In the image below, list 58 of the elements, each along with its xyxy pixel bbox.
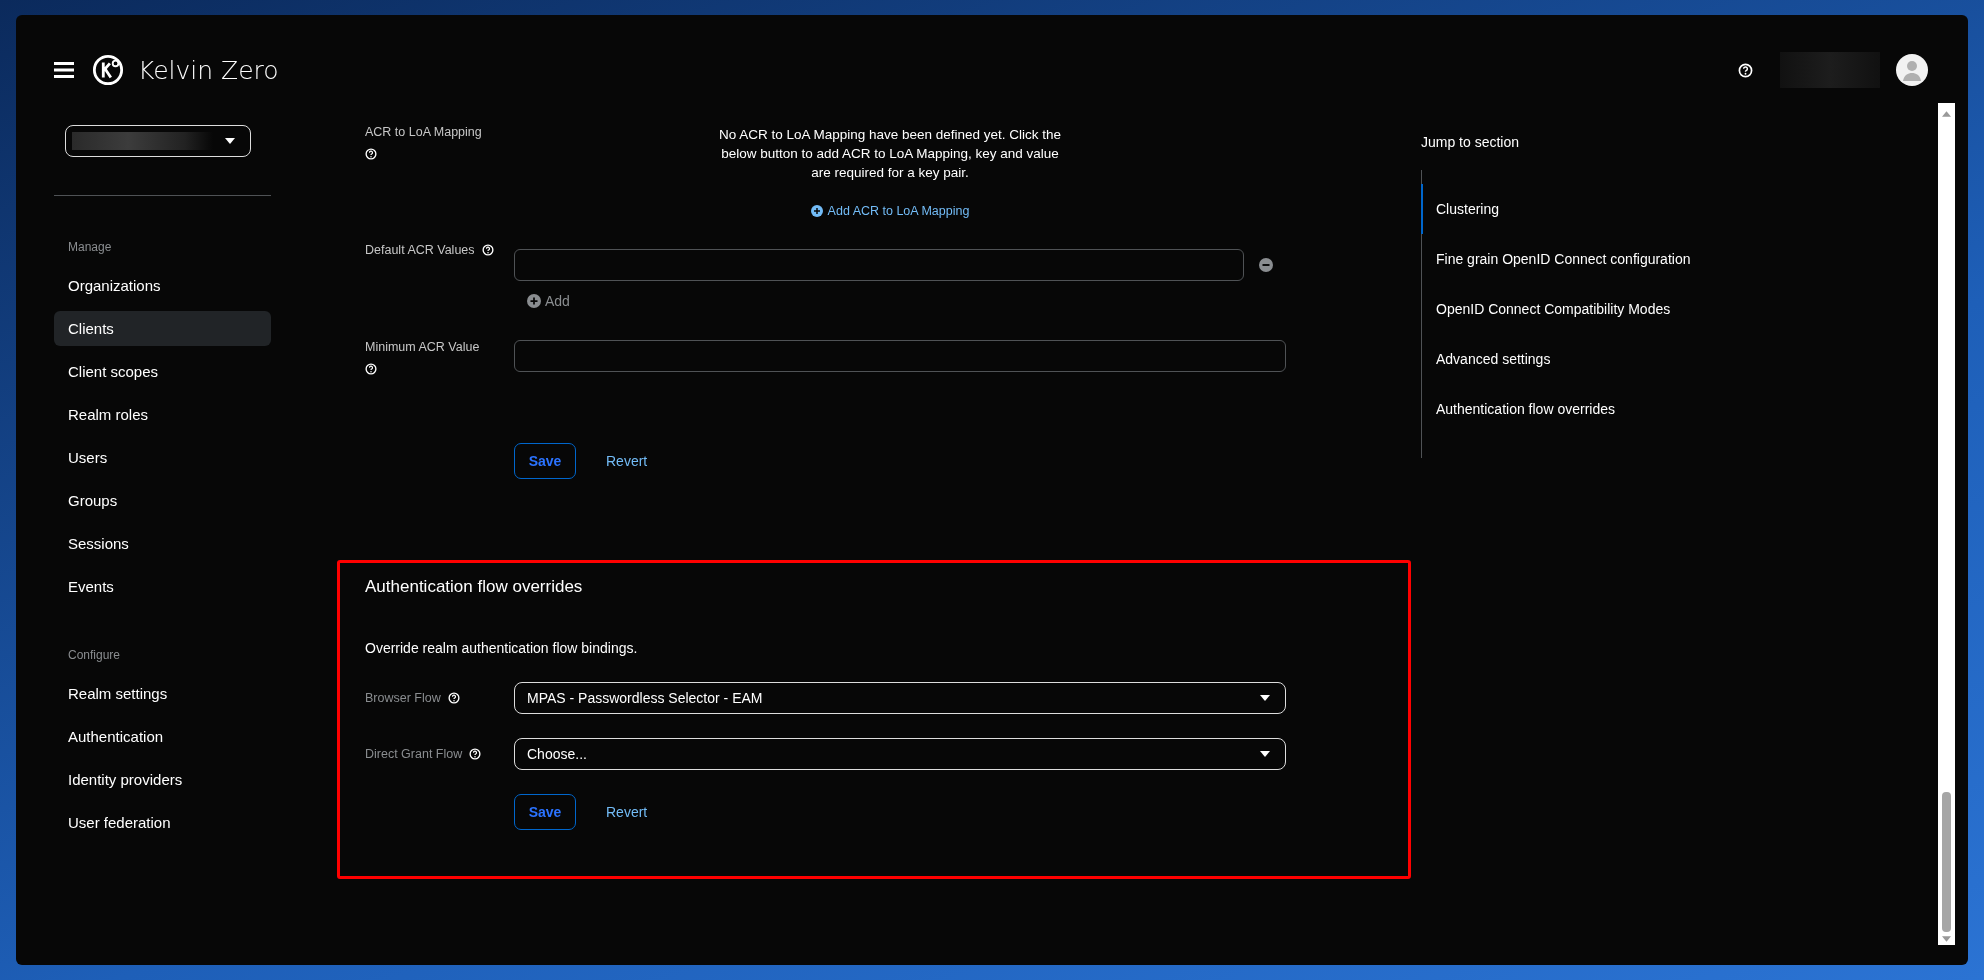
help-icon[interactable]: [365, 148, 377, 160]
nav-item[interactable]: Client scopes: [54, 354, 271, 389]
field-label: Direct Grant Flow: [365, 747, 463, 761]
nav-item[interactable]: Groups: [54, 483, 271, 518]
section-heading: Manage: [67, 239, 113, 256]
brand-name: Kelvin Zero: [138, 55, 279, 85]
jump-link[interactable]: OpenID Connect Compatibility Modes: [1421, 284, 1938, 334]
scrollbar-thumb[interactable]: [1942, 792, 1951, 932]
caret-icon: [225, 138, 235, 144]
field-label: Minimum ACR Value: [365, 340, 480, 354]
section-title: Authentication flow overrides: [365, 577, 584, 597]
nav-item[interactable]: Events: [54, 569, 271, 604]
plus-circle-icon: [810, 205, 823, 217]
plus-circle-icon: [527, 294, 541, 308]
nav-item[interactable]: Sessions: [54, 526, 271, 561]
select-dropdown[interactable]: Choose...: [514, 738, 1286, 770]
field-label: Browser Flow: [365, 691, 441, 705]
text-field[interactable]: [514, 340, 1286, 372]
caret-icon: [1260, 751, 1270, 757]
add-value-button[interactable]: Add: [527, 293, 570, 309]
scrollbar[interactable]: [1938, 103, 1955, 945]
scroll-up-icon[interactable]: [1942, 111, 1951, 117]
section-description: Override realm authentication flow bindings.: [365, 640, 639, 656]
field-label: Default ACR Values: [365, 242, 475, 257]
empty-state-text: No ACR to LoA Mapping have been defined yet. Click the below button to add ACR to LoA Mapping, key and value are required for a key pair.: [717, 126, 1063, 182]
help-icon[interactable]: [447, 692, 460, 704]
jump-link[interactable]: Advanced settings: [1421, 334, 1938, 384]
help-icon[interactable]: [1738, 62, 1753, 78]
nav-item[interactable]: Identity providers: [54, 762, 271, 797]
section-heading: Configure: [67, 647, 122, 664]
remove-icon[interactable]: [1259, 258, 1273, 272]
revert-button[interactable]: Revert: [594, 804, 660, 820]
nav-item[interactable]: User federation: [54, 805, 271, 840]
realm-dropdown[interactable]: [65, 125, 251, 157]
field-label: ACR to LoA Mapping: [365, 125, 482, 139]
logo-icon: [92, 54, 124, 86]
select-dropdown[interactable]: MPAS - Passwordless Selector - EAM: [514, 682, 1286, 714]
save-button[interactable]: Save: [514, 443, 576, 479]
jump-title: Jump to section: [1421, 134, 1521, 150]
nav-item[interactable]: Realm roles: [54, 397, 271, 432]
nav-item[interactable]: Clients: [54, 311, 271, 346]
save-button[interactable]: Save: [514, 794, 576, 830]
nav-item[interactable]: Authentication: [54, 719, 271, 754]
nav-item[interactable]: Organizations: [54, 268, 271, 303]
help-icon[interactable]: [469, 748, 482, 760]
nav-item[interactable]: Users: [54, 440, 271, 475]
add-mapping-link[interactable]: Add ACR to LoA Mapping: [810, 204, 970, 218]
text-field[interactable]: [514, 249, 1244, 281]
menu-icon[interactable]: [54, 62, 74, 78]
help-icon[interactable]: [365, 363, 377, 375]
revert-button[interactable]: Revert: [594, 453, 660, 469]
jump-link[interactable]: Fine grain OpenID Connect configuration: [1421, 234, 1938, 284]
jump-link[interactable]: Authentication flow overrides: [1421, 384, 1938, 434]
help-icon[interactable]: [481, 243, 494, 256]
scroll-down-icon[interactable]: [1942, 936, 1951, 942]
nav-item[interactable]: Realm settings: [54, 676, 271, 711]
caret-icon: [1260, 695, 1270, 701]
avatar-icon[interactable]: [1896, 54, 1928, 86]
